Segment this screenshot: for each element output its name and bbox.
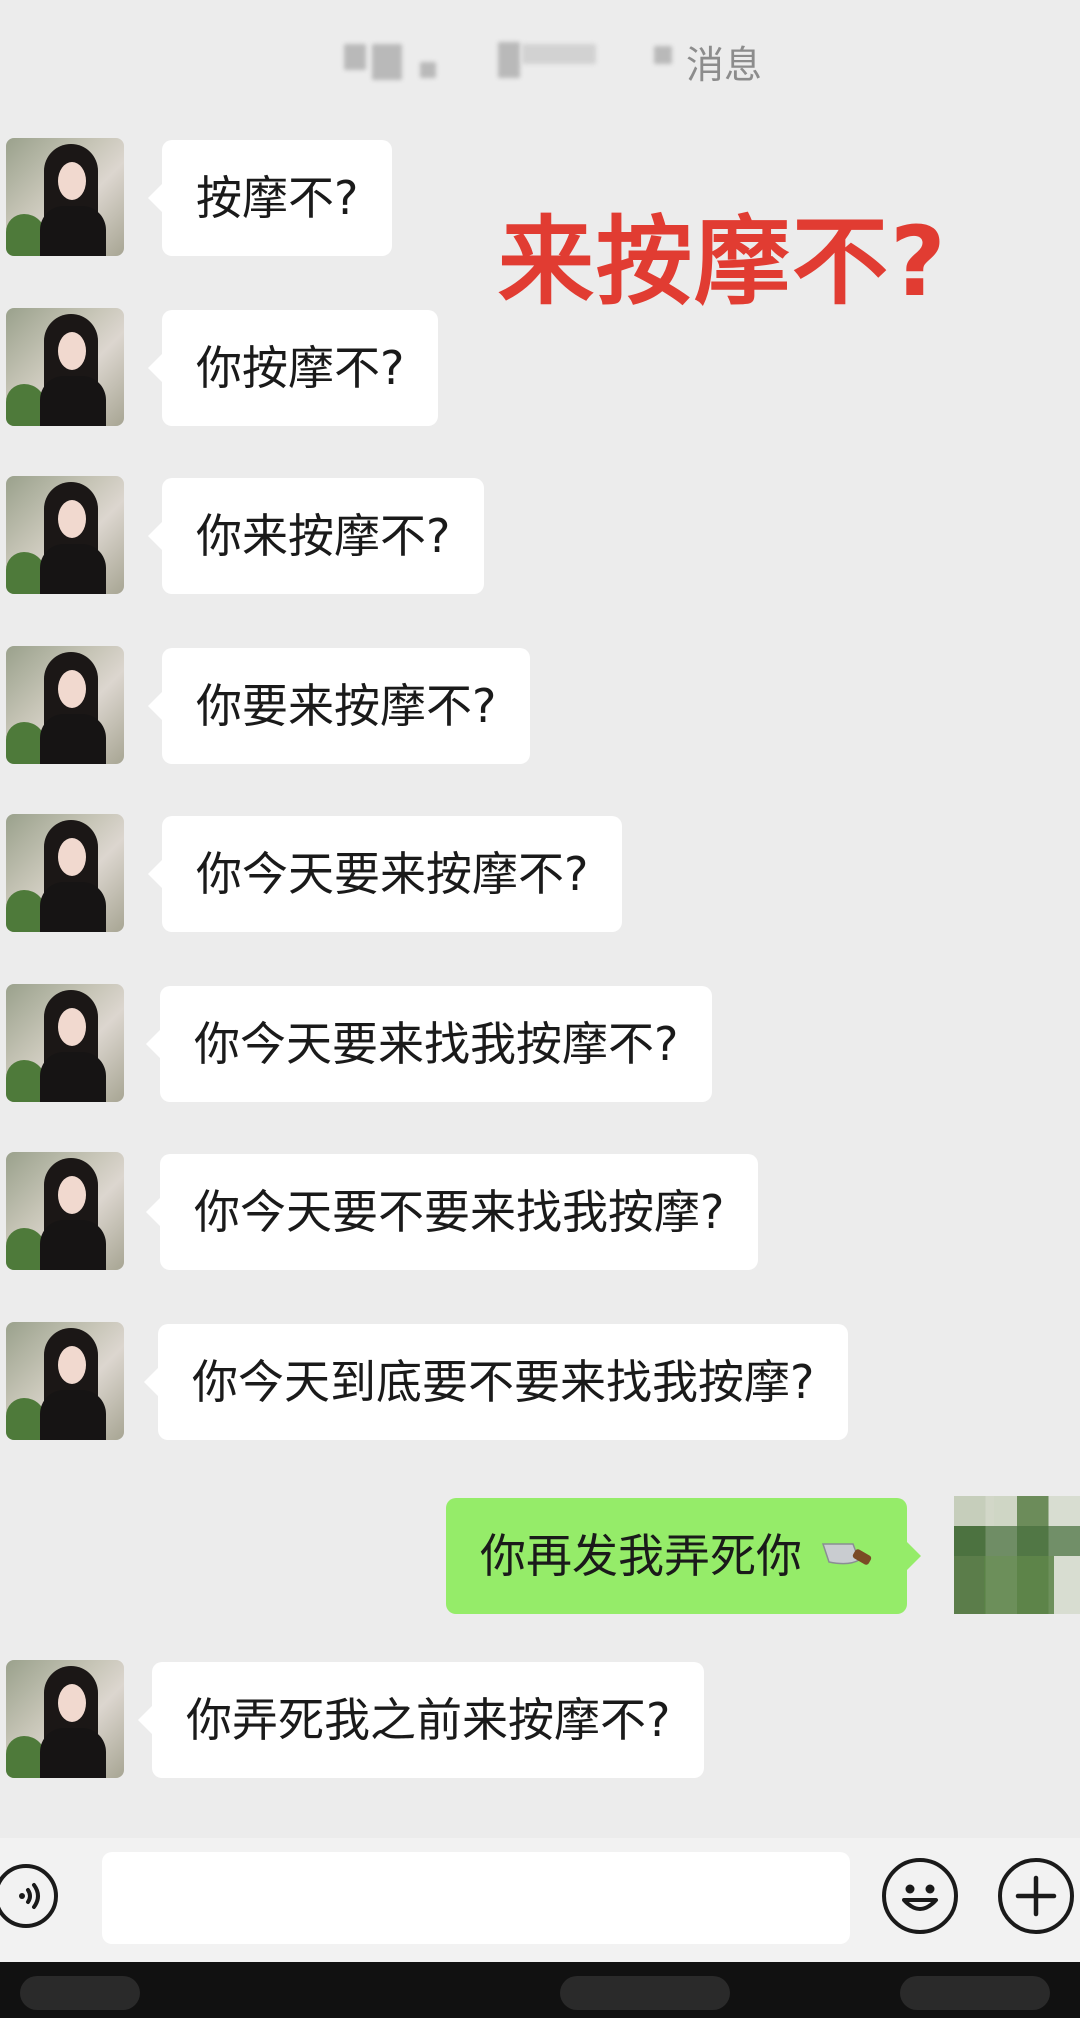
nav-pill[interactable] [560,1976,730,2010]
contact-avatar[interactable] [6,646,124,764]
message-row: 按摩不? [0,138,1080,268]
blurred-contact-name [420,62,436,78]
message-row: 你今天要不要来找我按摩? [0,1152,1080,1282]
message-bubble[interactable]: 你弄死我之前来按摩不? [137,1662,705,1778]
message-bubble[interactable]: 你今天要来按摩不? [147,816,623,932]
blurred-contact-name [344,44,366,70]
smiley-icon[interactable] [882,1858,958,1934]
message-row: 你来按摩不? [0,476,1080,606]
message-row: 你弄死我之前来按摩不? [0,1660,1080,1790]
message-text: 你按摩不? [196,341,405,395]
plus-icon[interactable] [998,1858,1074,1934]
message-row: 你今天到底要不要来找我按摩? [0,1322,1080,1452]
message-row: 你今天要来按摩不? [0,814,1080,944]
message-bubble[interactable]: 你今天要来找我按摩不? [145,986,713,1102]
contact-avatar[interactable] [6,476,124,594]
message-text: 你今天要不要来找我按摩? [194,1185,725,1239]
blurred-contact-name [498,42,520,78]
message-input[interactable] [102,1852,850,1944]
input-bar [0,1838,1080,1962]
message-bubble[interactable]: 你按摩不? [147,310,439,426]
my-avatar[interactable] [954,1496,1080,1614]
nav-pill[interactable] [20,1976,140,2010]
kitchen-knife-icon [821,1543,871,1565]
blurred-contact-name [654,46,672,64]
contact-avatar[interactable] [6,1152,124,1270]
contact-avatar[interactable] [6,308,124,426]
message-text: 你再发我弄死你 [480,1529,802,1583]
message-bubble[interactable]: 你今天要不要来找我按摩? [145,1154,759,1270]
message-bubble[interactable]: 按摩不? [147,140,393,256]
chat-header: 消息 [0,0,1080,120]
voice-icon[interactable] [0,1864,58,1928]
message-text: 你来按摩不? [196,509,451,563]
message-text: 你弄死我之前来按摩不? [186,1693,671,1747]
message-bubble[interactable]: 你要来按摩不? [147,648,531,764]
system-nav-bar [0,1962,1080,2018]
message-text: 你要来按摩不? [196,679,497,733]
blurred-contact-name [522,44,596,64]
contact-avatar[interactable] [6,814,124,932]
message-text: 你今天要来找我按摩不? [194,1017,679,1071]
contact-avatar[interactable] [6,1322,124,1440]
message-bubble[interactable]: 你今天到底要不要来找我按摩? [143,1324,849,1440]
message-row: 你要来按摩不? [0,646,1080,776]
contact-avatar[interactable] [6,138,124,256]
message-bubble[interactable]: 你来按摩不? [147,478,485,594]
message-row: 你今天要来找我按摩不? [0,984,1080,1114]
message-row-outgoing: 你再发我弄死你 [0,1496,1080,1626]
message-text: 你今天到底要不要来找我按摩? [192,1355,815,1409]
message-text: 你今天要来按摩不? [196,847,589,901]
message-text: 按摩不? [196,171,359,225]
contact-avatar[interactable] [6,1660,124,1778]
message-row: 你按摩不? [0,308,1080,438]
message-bubble-outgoing[interactable]: 你再发我弄死你 [446,1498,921,1614]
blurred-contact-name [372,44,402,80]
contact-avatar[interactable] [6,984,124,1102]
chat-title: 消息 [686,43,763,87]
nav-pill[interactable] [900,1976,1050,2010]
